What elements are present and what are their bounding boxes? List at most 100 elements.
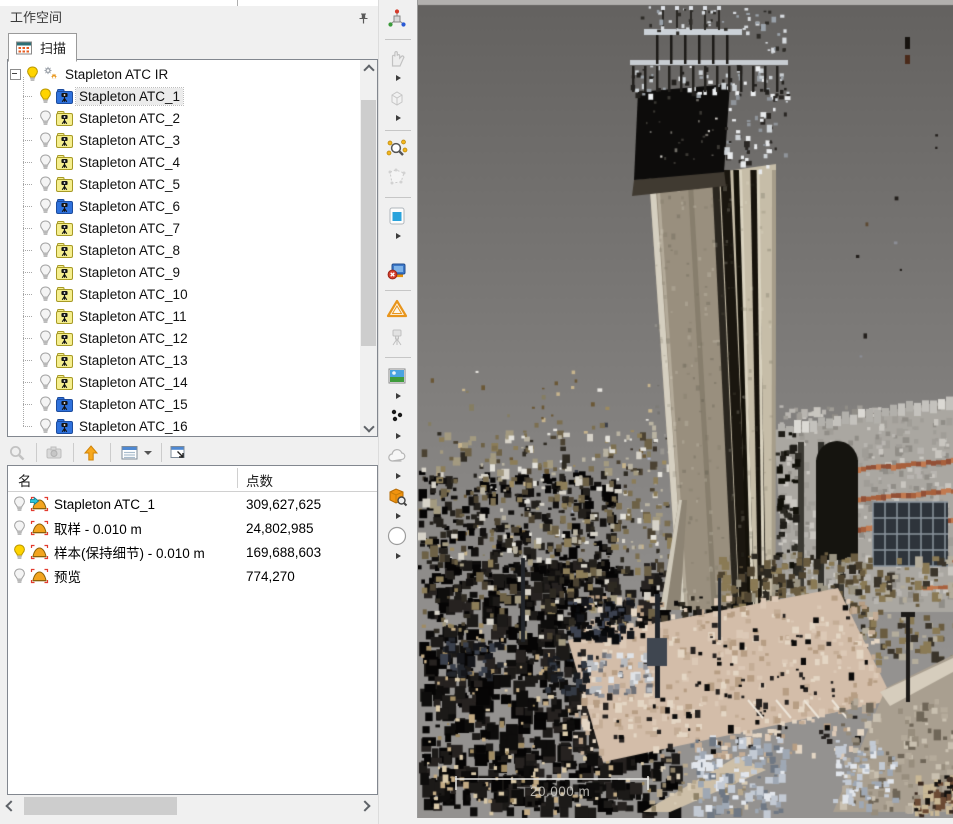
open-window-button[interactable] [164, 440, 196, 465]
column-name-header[interactable]: 名 [18, 470, 32, 490]
mesh-button[interactable] [383, 296, 413, 322]
tree-item-label[interactable]: Stapleton ATC_11 [76, 308, 190, 325]
collapse-expander-icon[interactable] [10, 69, 21, 80]
tree-item-label[interactable]: Stapleton ATC_4 [76, 154, 183, 171]
details-horizontal-scrollbar[interactable] [0, 796, 378, 816]
column-separator[interactable] [237, 468, 238, 488]
tree-item-label[interactable]: Stapleton ATC_2 [76, 110, 183, 127]
bulb-off-icon[interactable] [12, 496, 27, 512]
tree-item-label[interactable]: Stapleton ATC_12 [76, 330, 191, 347]
tree-item-stapleton-atc-8[interactable]: Stapleton ATC_8 [8, 239, 359, 261]
station-button[interactable] [383, 324, 413, 350]
view-cube-button-flyout[interactable] [396, 113, 401, 123]
bulb-on-icon[interactable] [25, 66, 40, 82]
bulb-off-icon[interactable] [38, 264, 53, 280]
bulb-off-icon[interactable] [38, 198, 53, 214]
bulb-off-icon[interactable] [38, 418, 53, 434]
bulb-off-icon[interactable] [38, 176, 53, 192]
bulb-off-icon[interactable] [38, 242, 53, 258]
tree-item-stapleton-atc-3[interactable]: Stapleton ATC_3 [8, 129, 359, 151]
pan-button[interactable] [383, 45, 413, 71]
tree-item-label[interactable]: Stapleton ATC_6 [76, 198, 183, 215]
scan-delete-button[interactable] [383, 257, 413, 283]
tree-item-stapleton-atc-11[interactable]: Stapleton ATC_11 [8, 305, 359, 327]
box-zoom-button[interactable] [383, 483, 413, 509]
tree-item-label[interactable]: Stapleton ATC_5 [76, 176, 183, 193]
image-mode-button-flyout[interactable] [396, 391, 401, 401]
limit-box-button-flyout[interactable] [396, 231, 401, 241]
details-row[interactable]: Stapleton ATC_1309,627,625 [8, 492, 377, 516]
tree-item-stapleton-atc-6[interactable]: Stapleton ATC_6 [8, 195, 359, 217]
tree-item-label[interactable]: Stapleton ATC_13 [76, 352, 191, 369]
row-name[interactable]: Stapleton ATC_1 [54, 497, 155, 512]
tree-item-stapleton-atc-5[interactable]: Stapleton ATC_5 [8, 173, 359, 195]
scroll-left-button[interactable] [0, 796, 18, 816]
details-row[interactable]: 预览774,270 [8, 564, 377, 588]
tree-item-stapleton-atc-14[interactable]: Stapleton ATC_14 [8, 371, 359, 393]
cloud-button-flyout[interactable] [396, 471, 401, 481]
row-name[interactable]: 样本(保持细节) - 0.010 m [54, 542, 205, 562]
bulb-off-icon[interactable] [38, 352, 53, 368]
tree-item-stapleton-atc-12[interactable]: Stapleton ATC_12 [8, 327, 359, 349]
move-up-button[interactable] [76, 440, 108, 465]
scroll-up-button[interactable] [360, 60, 377, 76]
tree-root-label[interactable]: Stapleton ATC IR [62, 66, 171, 83]
bulb-off-icon[interactable] [38, 286, 53, 302]
tree-item-label[interactable]: Stapleton ATC_10 [76, 286, 191, 303]
tree-item-label[interactable]: Stapleton ATC_3 [76, 132, 183, 149]
pan-button-flyout[interactable] [396, 73, 401, 83]
bulb-on-icon[interactable] [12, 544, 27, 560]
fence-select-button[interactable] [383, 164, 413, 190]
bulb-on-icon[interactable] [38, 88, 53, 104]
tree-vertical-scrollbar[interactable] [360, 60, 377, 436]
tree-item-label[interactable]: Stapleton ATC_7 [76, 220, 183, 237]
tree-item-stapleton-atc-13[interactable]: Stapleton ATC_13 [8, 349, 359, 371]
image-mode-button[interactable] [383, 363, 413, 389]
column-points-header[interactable]: 点数 [246, 470, 273, 490]
tree-item-label[interactable]: Stapleton ATC_8 [76, 242, 183, 259]
bulb-off-icon[interactable] [12, 568, 27, 584]
bulb-off-icon[interactable] [38, 132, 53, 148]
tree-item-label[interactable]: Stapleton ATC_1 [76, 88, 183, 105]
tab-scan[interactable]: 扫描 [8, 33, 77, 62]
viewport-3d[interactable]: 20.000 m [417, 0, 953, 818]
scroll-down-button[interactable] [360, 420, 377, 436]
orbit-zoom-button[interactable] [383, 136, 413, 162]
box-zoom-button-flyout[interactable] [396, 511, 401, 521]
tree-item-stapleton-atc-2[interactable]: Stapleton ATC_2 [8, 107, 359, 129]
pointcloud-render[interactable] [418, 0, 953, 818]
tree-item-label[interactable]: Stapleton ATC_15 [76, 396, 191, 413]
home-viewcube-button[interactable] [383, 6, 413, 32]
tree-item-stapleton-atc-15[interactable]: Stapleton ATC_15 [8, 393, 359, 415]
horizontal-scrollbar-thumb[interactable] [24, 797, 177, 815]
sphere-button[interactable] [383, 523, 413, 549]
row-name[interactable]: 预览 [54, 566, 81, 586]
point-render-button[interactable] [383, 403, 413, 429]
pin-panel-button[interactable] [356, 9, 374, 27]
tree-item-label[interactable]: Stapleton ATC_9 [76, 264, 183, 281]
tree-item-stapleton-atc-9[interactable]: Stapleton ATC_9 [8, 261, 359, 283]
list-view-button[interactable] [113, 440, 159, 465]
details-row[interactable]: 样本(保持细节) - 0.010 m169,688,603 [8, 540, 377, 564]
tree-scrollbar-thumb[interactable] [361, 100, 376, 346]
details-row[interactable]: 取样 - 0.010 m24,802,985 [8, 516, 377, 540]
bulb-off-icon[interactable] [38, 308, 53, 324]
tree-item-label[interactable]: Stapleton ATC_14 [76, 374, 191, 391]
limit-box-button[interactable] [383, 203, 413, 229]
bulb-off-icon[interactable] [38, 220, 53, 236]
bulb-off-icon[interactable] [38, 110, 53, 126]
bulb-off-icon[interactable] [38, 374, 53, 390]
bulb-off-icon[interactable] [38, 154, 53, 170]
bulb-off-icon[interactable] [12, 520, 27, 536]
view-cube-button[interactable] [383, 85, 413, 111]
scroll-right-button[interactable] [357, 796, 375, 816]
bulb-off-icon[interactable] [38, 330, 53, 346]
snapshot-button[interactable] [39, 440, 71, 465]
cloud-button[interactable] [383, 443, 413, 469]
tree-item-label[interactable]: Stapleton ATC_16 [76, 418, 191, 435]
tree-item-stapleton-atc-1[interactable]: Stapleton ATC_1 [8, 85, 359, 107]
row-name[interactable]: 取样 - 0.010 m [54, 518, 142, 538]
zoom-search-button[interactable] [2, 440, 34, 465]
tree-root-item[interactable]: Stapleton ATC IR [8, 63, 359, 85]
tree-item-stapleton-atc-7[interactable]: Stapleton ATC_7 [8, 217, 359, 239]
